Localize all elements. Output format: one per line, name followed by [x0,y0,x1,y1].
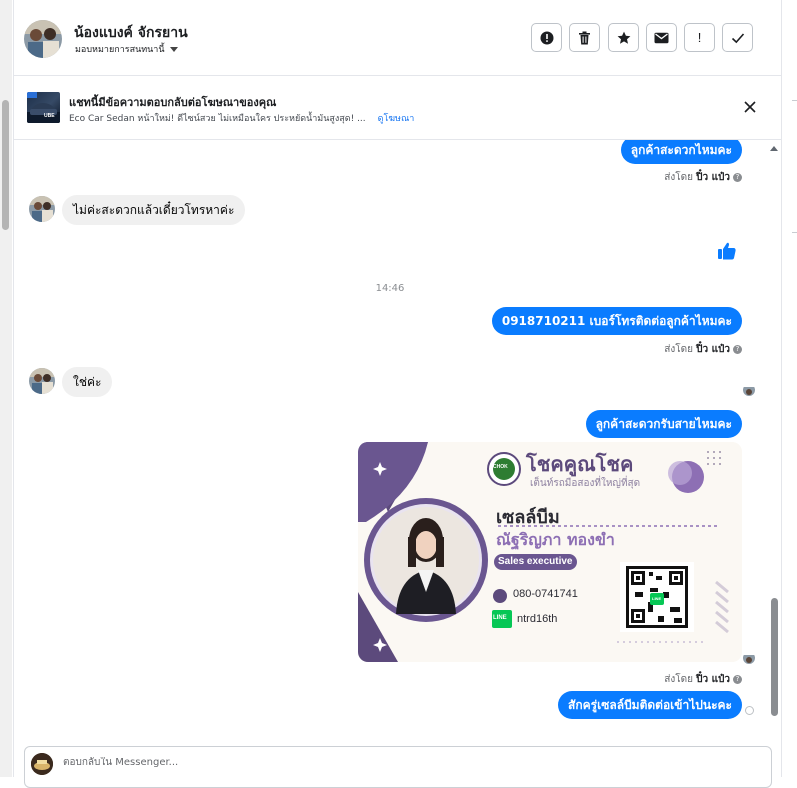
thread-scrollbar-thumb[interactable] [771,598,778,716]
contact-avatar[interactable] [24,20,62,58]
scroll-up-icon[interactable] [767,143,781,155]
edge-divider [792,232,797,233]
card-full-name: ณัฐริญภา ทองขำ [496,530,615,549]
page-scrollbar[interactable] [0,0,12,777]
exclamation-icon: ! [697,30,702,45]
ad-thumbnail[interactable]: UBE [27,92,60,123]
page-avatar [31,753,53,775]
sent-by-label: ส่งโดย ปิ๋ว แป๋ว? [664,672,742,687]
help-icon[interactable]: ? [733,674,742,684]
close-banner-button[interactable] [742,99,758,115]
mark-unread-button[interactable] [646,23,677,52]
envelope-icon [654,32,669,43]
message-outgoing[interactable]: สักครู่เซลล์บีมติดต่อเข้าไปนะคะ [558,691,742,719]
card-role-badge: Sales executive [494,554,577,570]
card-line-id: ntrd16th [517,613,558,625]
line-icon: LINE [493,615,507,621]
qr-line-logo: LINE [652,596,662,601]
conversation-panel: น้องแบงค์ จักรยาน มอบหมายการสนทนานี้ ! U… [13,0,782,788]
contact-name[interactable]: น้องแบงค์ จักรยาน [74,22,188,44]
caret-down-icon [169,47,178,52]
help-icon[interactable]: ? [733,172,742,182]
sent-by-label: ส่งโดย ปิ๋ว แป๋ว? [664,342,742,357]
read-receipt-avatar [743,384,755,396]
contact-avatar-small[interactable] [29,196,55,222]
edge-divider [792,100,797,101]
message-outgoing[interactable]: ลูกค้าสะดวกรับสายไหมคะ [585,410,742,438]
sender-name: ปิ๋ว แป๋ว [696,344,730,355]
ad-banner-title: แชทนี้มีข้อความตอบกลับต่อโฆษณาของคุณ [69,96,277,109]
sent-status-icon [745,706,754,715]
like-message[interactable] [717,241,737,261]
star-button[interactable] [608,23,639,52]
ad-description: Eco Car Sedan หน้าใหม่! ดีไซน์สวย ไม่เหม… [69,114,366,124]
mark-done-button[interactable] [722,23,753,52]
message-outgoing[interactable]: ลูกค้าสะดวกไหมคะ [620,140,742,164]
time-divider: 14:46 [375,283,405,294]
alert-circle-icon [540,31,553,44]
help-icon[interactable]: ? [733,344,742,354]
message-incoming[interactable]: ไม่ค่ะสะดวกแล้วเดี๋ยวโทรหาค่ะ [62,195,246,225]
card-name-title: เซลล์บีม [496,507,560,528]
view-ad-link[interactable]: ดูโฆษณา [378,114,415,124]
card-tagline: เต็นท์รถมือสองที่ใหญ่ที่สุด [530,478,641,489]
read-receipt-avatar [743,652,755,664]
sent-by-prefix: ส่งโดย [664,344,693,355]
report-button[interactable]: ! [684,23,715,52]
message-thread[interactable]: ลูกค้าสะดวกไหมคะ ส่งโดย ปิ๋ว แป๋ว? ไม่ค่… [14,140,781,737]
card-logo: CHOK [493,464,508,470]
contact-avatar-small[interactable] [29,368,55,394]
thumbs-up-icon [718,242,736,260]
sender-name: ปิ๋ว แป๋ว [696,674,730,685]
conversation-header: น้องแบงค์ จักรยาน มอบหมายการสนทนานี้ ! [14,0,781,76]
ad-banner-subtitle: Eco Car Sedan หน้าใหม่! ดีไซน์สวย ไม่เหม… [69,111,414,125]
ad-thumb-text: UBE [44,113,55,119]
alert-button[interactable] [531,23,562,52]
check-icon [731,32,744,43]
ad-reply-banner: UBE แชทนี้มีข้อความตอบกลับต่อโฆษณาของคุณ… [14,76,781,140]
reply-composer [24,746,772,788]
trash-icon [579,31,590,44]
assign-label: มอบหมายการสนทนานี้ [75,45,165,55]
message-incoming[interactable]: ใช่ค่ะ [62,367,113,397]
card-phone: 080-0741741 [513,588,578,600]
page-scrollbar-thumb[interactable] [2,100,9,230]
right-edge [781,0,797,777]
sender-name: ปิ๋ว แป๋ว [696,172,730,183]
star-icon [617,31,630,44]
delete-button[interactable] [569,23,600,52]
sent-by-label: ส่งโดย ปิ๋ว แป๋ว? [664,170,742,185]
sent-by-prefix: ส่งโดย [664,172,693,183]
sales-contact-card-image[interactable]: CHOK โชคคูณโชค เต็นท์รถมือสองที่ใหญ่ที่ส… [358,442,742,662]
close-icon [744,101,756,113]
sent-by-prefix: ส่งโดย [664,674,693,685]
reply-input[interactable] [63,757,663,768]
thread-scrollbar[interactable] [767,140,781,737]
assign-conversation-dropdown[interactable]: มอบหมายการสนทนานี้ [75,42,178,56]
phone-icon [496,590,504,602]
message-outgoing[interactable]: 0918710211 เบอร์โทรติดต่อลูกค้าไหมคะ [491,307,742,335]
